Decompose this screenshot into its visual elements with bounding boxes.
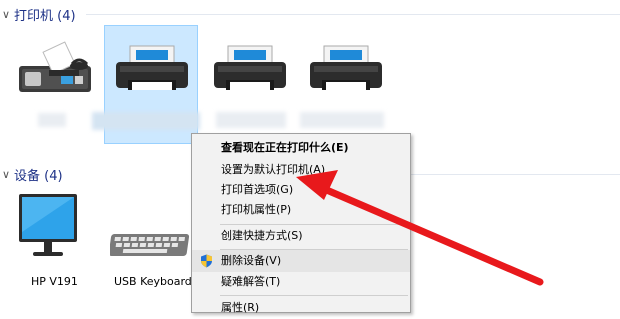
menu-item-set-default-printer[interactable]: 设置为默认打印机(A): [192, 159, 410, 181]
printers-header-divider: [86, 14, 620, 15]
printer-label-redacted: [300, 112, 384, 128]
printer-icon[interactable]: [308, 44, 384, 96]
printers-group-header[interactable]: ∨ 打印机 (4): [0, 3, 76, 25]
menu-item-troubleshoot[interactable]: 疑难解答(T): [192, 271, 410, 293]
menu-item-remove-device[interactable]: 删除设备(V): [192, 250, 410, 272]
menu-separator: [220, 295, 408, 296]
menu-item-properties[interactable]: 属性(R): [192, 297, 410, 319]
monitor-icon[interactable]: [17, 192, 79, 264]
device-label-keyboard: USB Keyboard: [114, 275, 192, 288]
menu-item-printer-properties[interactable]: 打印机属性(P): [192, 199, 410, 221]
printer-icon[interactable]: [114, 44, 190, 96]
devices-group-title: 设备 (4): [14, 168, 63, 184]
uac-shield-icon: [201, 254, 212, 268]
menu-item-printing-preferences[interactable]: 打印首选项(G): [192, 179, 410, 201]
devices-header-divider: [411, 174, 620, 175]
fax-icon[interactable]: [17, 40, 97, 100]
menu-item-create-shortcut[interactable]: 创建快捷方式(S): [192, 225, 410, 247]
printer-label-redacted: [92, 112, 200, 130]
devices-group-header[interactable]: ∨ 设备 (4): [0, 163, 63, 185]
printer-label-redacted: [38, 113, 66, 127]
chevron-down-icon[interactable]: ∨: [0, 8, 12, 21]
printers-group-title: 打印机 (4): [14, 8, 76, 24]
chevron-down-icon[interactable]: ∨: [0, 168, 12, 181]
menu-item-remove-device-label: 删除设备(V): [221, 254, 282, 267]
printer-label-redacted: [216, 112, 286, 128]
context-menu: 查看现在正在打印什么(E) 设置为默认打印机(A) 打印首选项(G) 打印机属性…: [191, 133, 411, 314]
printer-icon[interactable]: [212, 44, 288, 96]
device-label-monitor: HP V191: [31, 275, 78, 288]
menu-item-see-whats-printing[interactable]: 查看现在正在打印什么(E): [192, 137, 410, 159]
keyboard-icon[interactable]: [110, 230, 192, 258]
